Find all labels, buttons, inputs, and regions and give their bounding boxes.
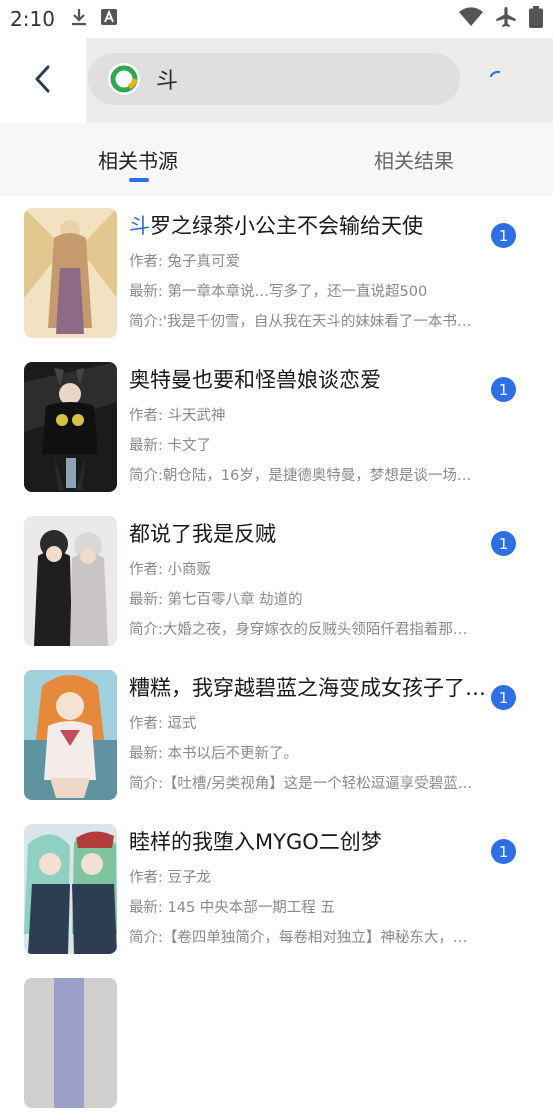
source-count-badge: 1 bbox=[491, 223, 516, 248]
battery-icon bbox=[529, 6, 543, 32]
results-list: 斗罗之绿茶小公主不会输给天使 作者: 兔子真可爱 最新: 第一章本章说…写多了，… bbox=[0, 196, 553, 1120]
book-intro: 简介:大婚之夜，身穿嫁衣的反贼头领陌仟君指着那… bbox=[129, 622, 468, 638]
source-count-badge: 1 bbox=[491, 531, 516, 556]
top-bar: 斗 bbox=[0, 38, 553, 123]
list-item[interactable]: 奥特曼也要和怪兽娘谈恋爱 作者: 斗天武神 最新: 卡文了 简介:朝仓陆，16岁… bbox=[0, 350, 553, 504]
book-cover-image bbox=[24, 670, 117, 800]
book-author: 作者: 兔子真可爱 bbox=[129, 254, 240, 270]
source-count-badge: 1 bbox=[491, 839, 516, 864]
book-title: 都说了我是反贼 bbox=[129, 518, 489, 548]
title-text: 糟糕，我穿越碧蓝之海变成女孩子了… bbox=[129, 676, 486, 700]
tab-bar: 相关书源 相关结果 bbox=[0, 123, 553, 196]
title-text: 都说了我是反贼 bbox=[129, 522, 276, 546]
book-author: 作者: 逗式 bbox=[129, 716, 197, 732]
loading-spinner-icon bbox=[486, 66, 510, 90]
legado-app-icon bbox=[108, 63, 140, 95]
book-latest-chapter: 最新: 第一章本章说…写多了，还一直说超500 bbox=[129, 284, 428, 300]
book-intro: 简介:朝仓陆，16岁，是捷德奥特曼，梦想是谈一场… bbox=[129, 468, 472, 484]
wifi-icon bbox=[459, 7, 483, 31]
title-text: 罗之绿茶小公主不会输给天使 bbox=[150, 214, 423, 238]
tab-related-results[interactable]: 相关结果 bbox=[276, 123, 552, 196]
list-item[interactable]: 睦样的我堕入MYGO二创梦 作者: 豆子龙 最新: 145 中央本部一期工程 五… bbox=[0, 812, 553, 966]
download-icon bbox=[71, 8, 87, 30]
book-cover-image bbox=[24, 978, 117, 1108]
book-latest-chapter: 最新: 145 中央本部一期工程 五 bbox=[129, 900, 335, 916]
font-app-icon bbox=[100, 9, 117, 29]
book-latest-chapter: 最新: 卡文了 bbox=[129, 438, 211, 454]
list-item[interactable]: 糟糕，我穿越碧蓝之海变成女孩子了… 作者: 逗式 最新: 本书以后不更新了。 简… bbox=[0, 658, 553, 812]
book-author: 作者: 斗天武神 bbox=[129, 408, 226, 424]
book-cover-image bbox=[24, 824, 117, 954]
book-cover-image bbox=[24, 516, 117, 646]
list-item[interactable]: 都说了我是反贼 作者: 小商贩 最新: 第七百零八章 劫道的 简介:大婚之夜，身… bbox=[0, 504, 553, 658]
book-title: 睦样的我堕入MYGO二创梦 bbox=[129, 826, 489, 856]
search-input[interactable]: 斗 bbox=[88, 53, 460, 105]
book-cover-image bbox=[24, 208, 117, 338]
title-text: 睦样的我堕入MYGO二创梦 bbox=[129, 830, 382, 854]
airplane-icon bbox=[495, 6, 517, 32]
book-author: 作者: 小商贩 bbox=[129, 562, 211, 578]
book-intro: 简介:【卷四单独简介，每卷相对独立】神秘东大，… bbox=[129, 930, 468, 946]
back-arrow-icon bbox=[33, 64, 53, 98]
title-highlight: 斗 bbox=[129, 214, 150, 238]
status-bar: 2:10 bbox=[0, 0, 553, 38]
back-button[interactable] bbox=[0, 38, 86, 123]
book-latest-chapter: 最新: 本书以后不更新了。 bbox=[129, 746, 298, 762]
source-count-badge: 1 bbox=[491, 685, 516, 710]
book-cover-image bbox=[24, 362, 117, 492]
list-item[interactable]: 斗罗之绿茶小公主不会输给天使 作者: 兔子真可爱 最新: 第一章本章说…写多了，… bbox=[0, 196, 553, 350]
book-latest-chapter: 最新: 第七百零八章 劫道的 bbox=[129, 592, 303, 608]
search-query-text: 斗 bbox=[156, 69, 179, 94]
book-author: 作者: 豆子龙 bbox=[129, 870, 211, 886]
book-title: 奥特曼也要和怪兽娘谈恋爱 bbox=[129, 364, 489, 394]
tab-label: 相关书源 bbox=[98, 149, 178, 173]
book-intro: 简介:【吐槽/另类视角】这是一个轻松逗逼享受碧蓝… bbox=[129, 776, 473, 792]
search-area: 斗 bbox=[86, 38, 553, 123]
status-time: 2:10 bbox=[10, 7, 55, 31]
list-item[interactable] bbox=[0, 966, 553, 1120]
source-count-badge: 1 bbox=[491, 377, 516, 402]
book-title: 糟糕，我穿越碧蓝之海变成女孩子了… bbox=[129, 672, 489, 702]
title-text: 奥特曼也要和怪兽娘谈恋爱 bbox=[129, 368, 381, 392]
book-title: 斗罗之绿茶小公主不会输给天使 bbox=[129, 210, 489, 240]
tab-label: 相关结果 bbox=[374, 149, 454, 173]
tab-related-sources[interactable]: 相关书源 bbox=[0, 123, 276, 196]
tab-active-indicator bbox=[129, 178, 149, 182]
book-intro: 简介:'我是千仞雪，自从我在天斗的妹妹看了一本书… bbox=[129, 314, 472, 330]
